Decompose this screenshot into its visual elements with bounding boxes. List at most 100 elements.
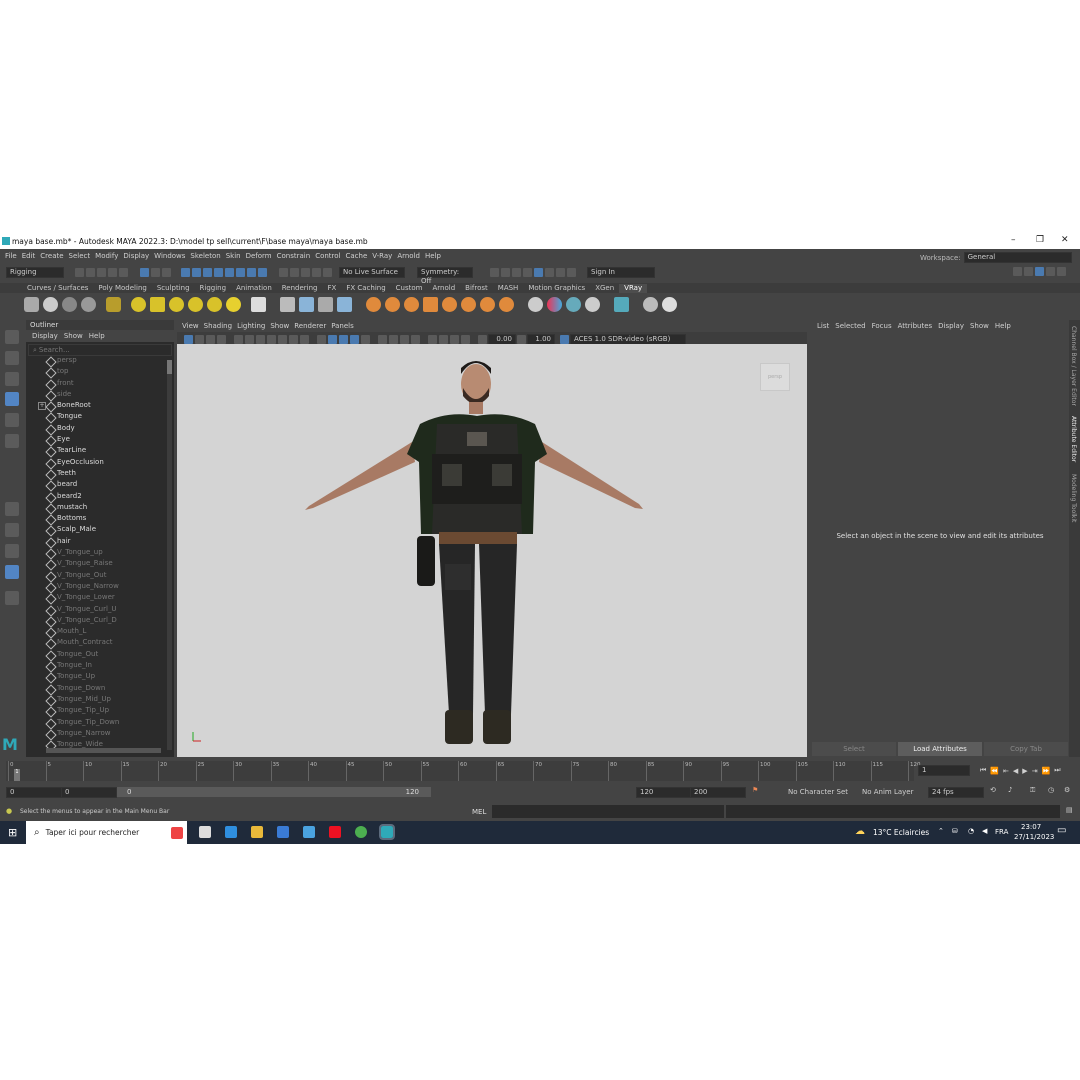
menu-arnold[interactable]: Arnold [397, 252, 420, 260]
outliner-item[interactable]: Tongue_Out [26, 649, 166, 662]
store-icon[interactable] [277, 826, 289, 838]
scene-icon[interactable] [318, 297, 333, 312]
image-plane-icon[interactable] [217, 335, 226, 344]
maya-taskbar-icon[interactable] [379, 824, 395, 840]
notifications-icon[interactable]: ▭ [1057, 825, 1066, 836]
antialias-icon[interactable] [400, 335, 409, 344]
outliner-item[interactable]: V_Tongue_up [26, 547, 166, 560]
auto-key-icon[interactable]: ⚑ [752, 786, 758, 794]
pause-icon[interactable] [567, 268, 576, 277]
attribute-editor-tab[interactable]: Attribute Editor [1070, 416, 1077, 462]
modeling-toolkit-tab[interactable]: Modeling Toolkit [1070, 474, 1077, 522]
wifi-icon[interactable]: ◔ [968, 827, 974, 835]
outliner-item[interactable]: Eye [26, 434, 166, 447]
outliner-item[interactable]: V_Tongue_Curl_D [26, 615, 166, 628]
prefs-icon[interactable]: ⚙ [1064, 786, 1070, 794]
attr-menu-display[interactable]: Display [938, 322, 964, 330]
select-button[interactable]: Select [812, 742, 896, 756]
loop-icon[interactable]: ⟲ [990, 786, 996, 794]
outliner-item[interactable]: V_Tongue_Raise [26, 558, 166, 572]
exposure-icon[interactable] [478, 335, 487, 344]
wireframe-icon[interactable] [317, 335, 326, 344]
input-icon[interactable] [290, 268, 299, 277]
select-hierarchy-icon[interactable] [140, 268, 149, 277]
character-model[interactable] [177, 344, 807, 757]
playhead[interactable]: 1 [14, 769, 20, 781]
playback-start-field[interactable]: 0 [61, 787, 117, 798]
shelf-tab-vray[interactable]: VRay [619, 284, 648, 293]
new-scene-icon[interactable] [75, 268, 84, 277]
vray-render-shelf-icon[interactable] [24, 297, 39, 312]
menu-windows[interactable]: Windows [154, 252, 185, 260]
snap-view-icon[interactable] [214, 268, 223, 277]
task-view-icon[interactable] [199, 826, 211, 838]
snap-face-icon[interactable] [258, 268, 267, 277]
gate-mask-icon[interactable] [267, 335, 276, 344]
field-chart-icon[interactable] [278, 335, 287, 344]
shelf-tab-poly-modeling[interactable]: Poly Modeling [93, 284, 151, 293]
outliner-item[interactable]: Teeth [26, 468, 166, 481]
ipr-render-icon[interactable] [512, 268, 521, 277]
outliner-scrollbar[interactable] [167, 360, 172, 750]
outliner-item[interactable]: Tongue_Narrow [26, 728, 166, 741]
proxy-icon[interactable] [280, 297, 295, 312]
outliner-item[interactable]: Mouth_L [26, 626, 166, 639]
restore-icon[interactable]: ❐ [1036, 235, 1044, 245]
camera-select-icon[interactable] [184, 335, 193, 344]
shelf-tab-rendering[interactable]: Rendering [277, 284, 323, 293]
shelf-tab-animation[interactable]: Animation [231, 284, 277, 293]
channel-box-icon[interactable] [1057, 267, 1066, 276]
shelf-tab-fx-caching[interactable]: FX Caching [341, 284, 390, 293]
outliner-item[interactable]: Body [26, 423, 166, 436]
playback-speed-icon[interactable]: ◷ [1048, 786, 1054, 794]
range-slider[interactable]: 0 120 [117, 787, 431, 797]
scale-tool-icon[interactable] [5, 434, 19, 448]
outliner-item[interactable]: Tongue_Down [26, 683, 166, 696]
xray-icon[interactable] [439, 335, 448, 344]
panel-menu-view[interactable]: View [182, 322, 199, 330]
menu-create[interactable]: Create [40, 252, 63, 260]
network-icon[interactable]: ⛁ [952, 827, 958, 835]
vray-ipr-icon[interactable] [556, 268, 565, 277]
time-slider[interactable]: 0 5 10 15 20 25 30 35 40 45 50 55 60 65 70 75 80 85 90 95 10… [0, 759, 1080, 783]
undo-icon[interactable] [108, 268, 117, 277]
render-view-icon[interactable] [490, 268, 499, 277]
render-frame-icon[interactable] [501, 268, 510, 277]
hair-icon[interactable] [442, 297, 457, 312]
language-indicator[interactable]: FRA [995, 828, 1008, 836]
outliner-item[interactable]: Tongue [26, 411, 166, 425]
tray-chevron-icon[interactable]: ⌃ [938, 827, 944, 835]
output-icon[interactable] [301, 268, 310, 277]
outliner-item[interactable]: Mouth_Contract [26, 637, 166, 651]
shelf-tab-xgen[interactable]: XGen [590, 284, 619, 293]
menu-modify[interactable]: Modify [95, 252, 118, 260]
close-icon[interactable]: ✕ [1061, 235, 1069, 245]
character-set-dropdown[interactable]: No Character Set [788, 788, 848, 796]
four-view-icon[interactable] [5, 523, 19, 537]
resolution-gate-icon[interactable] [256, 335, 265, 344]
outliner-item[interactable]: Tongue_Up [26, 671, 166, 684]
menu-deform[interactable]: Deform [246, 252, 272, 260]
step-back-frame-icon[interactable]: ⇤ [1003, 767, 1009, 775]
outliner-item[interactable]: Tongue_Tip_Down [26, 717, 166, 730]
clock-date[interactable]: 27/11/2023 [1014, 833, 1054, 841]
isolate-icon[interactable] [428, 335, 437, 344]
vray-fur-icon[interactable] [480, 297, 495, 312]
mel-label[interactable]: MEL [472, 808, 486, 816]
viewport-3d[interactable]: persp [177, 344, 807, 757]
history-icon[interactable] [279, 268, 288, 277]
paint-select-icon[interactable] [5, 372, 19, 386]
shelf-tab-fx[interactable]: FX [323, 284, 342, 293]
mesh-light-icon[interactable] [188, 297, 203, 312]
menu-display[interactable]: Display [123, 252, 149, 260]
panel-menu-renderer[interactable]: Renderer [294, 322, 326, 330]
edge-icon[interactable] [225, 826, 237, 838]
color-management-icon[interactable] [560, 335, 569, 344]
safe-title-icon[interactable] [300, 335, 309, 344]
channel-box-tab[interactable]: Channel Box / Layer Editor [1070, 326, 1077, 406]
attr-menu-list[interactable]: List [817, 322, 829, 330]
scene-converter-icon[interactable] [614, 297, 629, 312]
menu-vray[interactable]: V-Ray [372, 252, 392, 260]
dof-icon[interactable] [411, 335, 420, 344]
attr-menu-selected[interactable]: Selected [835, 322, 865, 330]
